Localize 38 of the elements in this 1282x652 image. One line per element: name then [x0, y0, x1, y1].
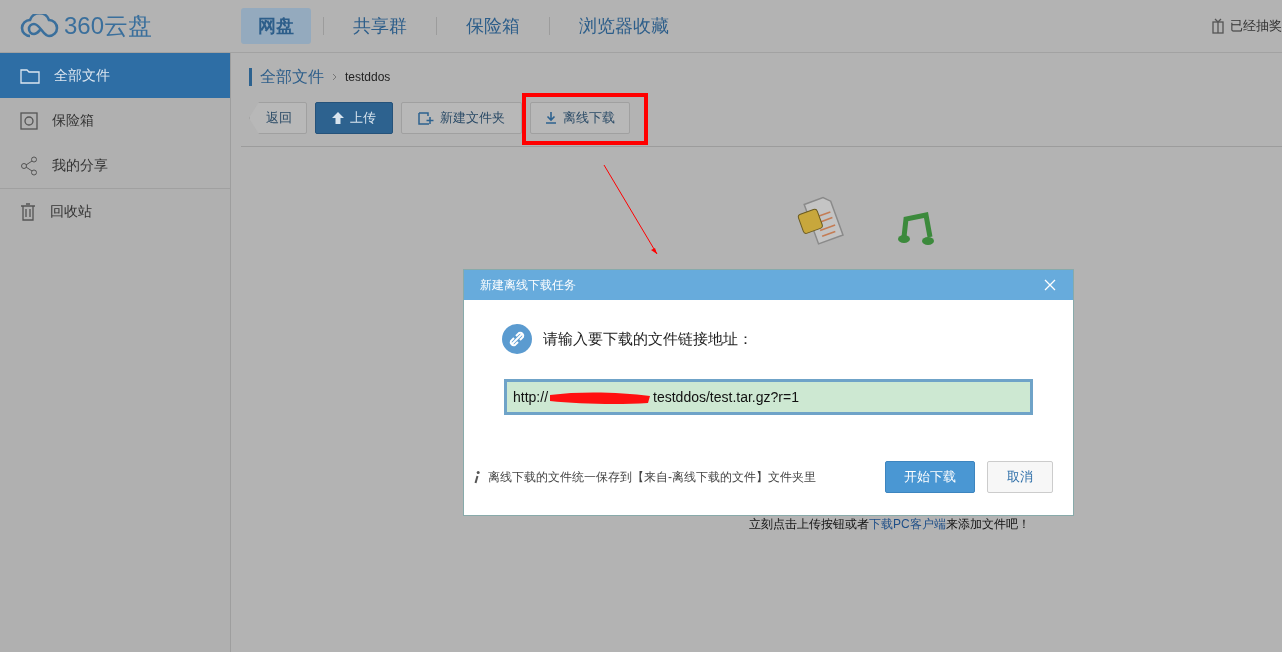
share-icon — [20, 155, 38, 176]
trash-icon — [20, 202, 36, 221]
dialog-title: 新建离线下载任务 — [480, 277, 576, 294]
url-field[interactable]: http:// testddos/test.tar.gz?r=1 — [504, 379, 1033, 415]
safe-icon — [20, 111, 38, 130]
cloud-logo-icon — [20, 14, 60, 38]
sidebar-item[interactable]: 保险箱 — [0, 98, 230, 143]
upload-button[interactable]: 上传 — [315, 102, 393, 134]
nav-tab[interactable]: 浏览器收藏 — [562, 8, 686, 44]
breadcrumb-root[interactable]: 全部文件 — [260, 65, 324, 89]
offline-download-button[interactable]: 离线下载 — [530, 102, 630, 134]
folder-plus-icon — [418, 111, 434, 125]
start-download-button[interactable]: 开始下载 — [885, 461, 975, 493]
client-download-link[interactable]: 下载PC客户端 — [869, 517, 946, 531]
folder-icon — [20, 67, 40, 84]
info-icon — [474, 470, 480, 484]
nav-tab[interactable]: 网盘 — [241, 8, 311, 44]
breadcrumb-current: testddos — [345, 69, 391, 86]
back-button[interactable]: 返回 — [249, 102, 307, 134]
nav-tab[interactable]: 保险箱 — [449, 8, 537, 44]
new-folder-button[interactable]: 新建文件夹 — [401, 102, 522, 134]
logo-text: 360云盘 — [64, 11, 153, 41]
empty-hint-text: 立刻点击上传按钮或者下载PC客户端来添加文件吧！ — [749, 516, 1030, 533]
link-icon — [501, 323, 533, 355]
dialog-note: 离线下载的文件统一保存到【来自-离线下载的文件】文件夹里 — [488, 469, 816, 486]
cancel-button[interactable]: 取消 — [987, 461, 1053, 493]
sidebar-item[interactable]: 全部文件 — [0, 53, 230, 98]
chevron-icon — [332, 73, 337, 81]
arrow-up-icon — [332, 112, 344, 124]
sidebar-item[interactable]: 我的分享 — [0, 143, 230, 189]
lottery-link[interactable]: 已经抽奖 — [1230, 16, 1282, 36]
download-icon — [545, 112, 557, 124]
nav-tab[interactable]: 共享群 — [336, 8, 424, 44]
dialog-prompt: 请输入要下载的文件链接地址： — [543, 328, 753, 349]
sidebar-item[interactable]: 回收站 — [0, 189, 230, 234]
gift-icon — [1212, 18, 1224, 34]
url-text-end: testddos/test.tar.gz?r=1 — [653, 387, 799, 407]
url-text-start: http:// — [513, 387, 549, 407]
